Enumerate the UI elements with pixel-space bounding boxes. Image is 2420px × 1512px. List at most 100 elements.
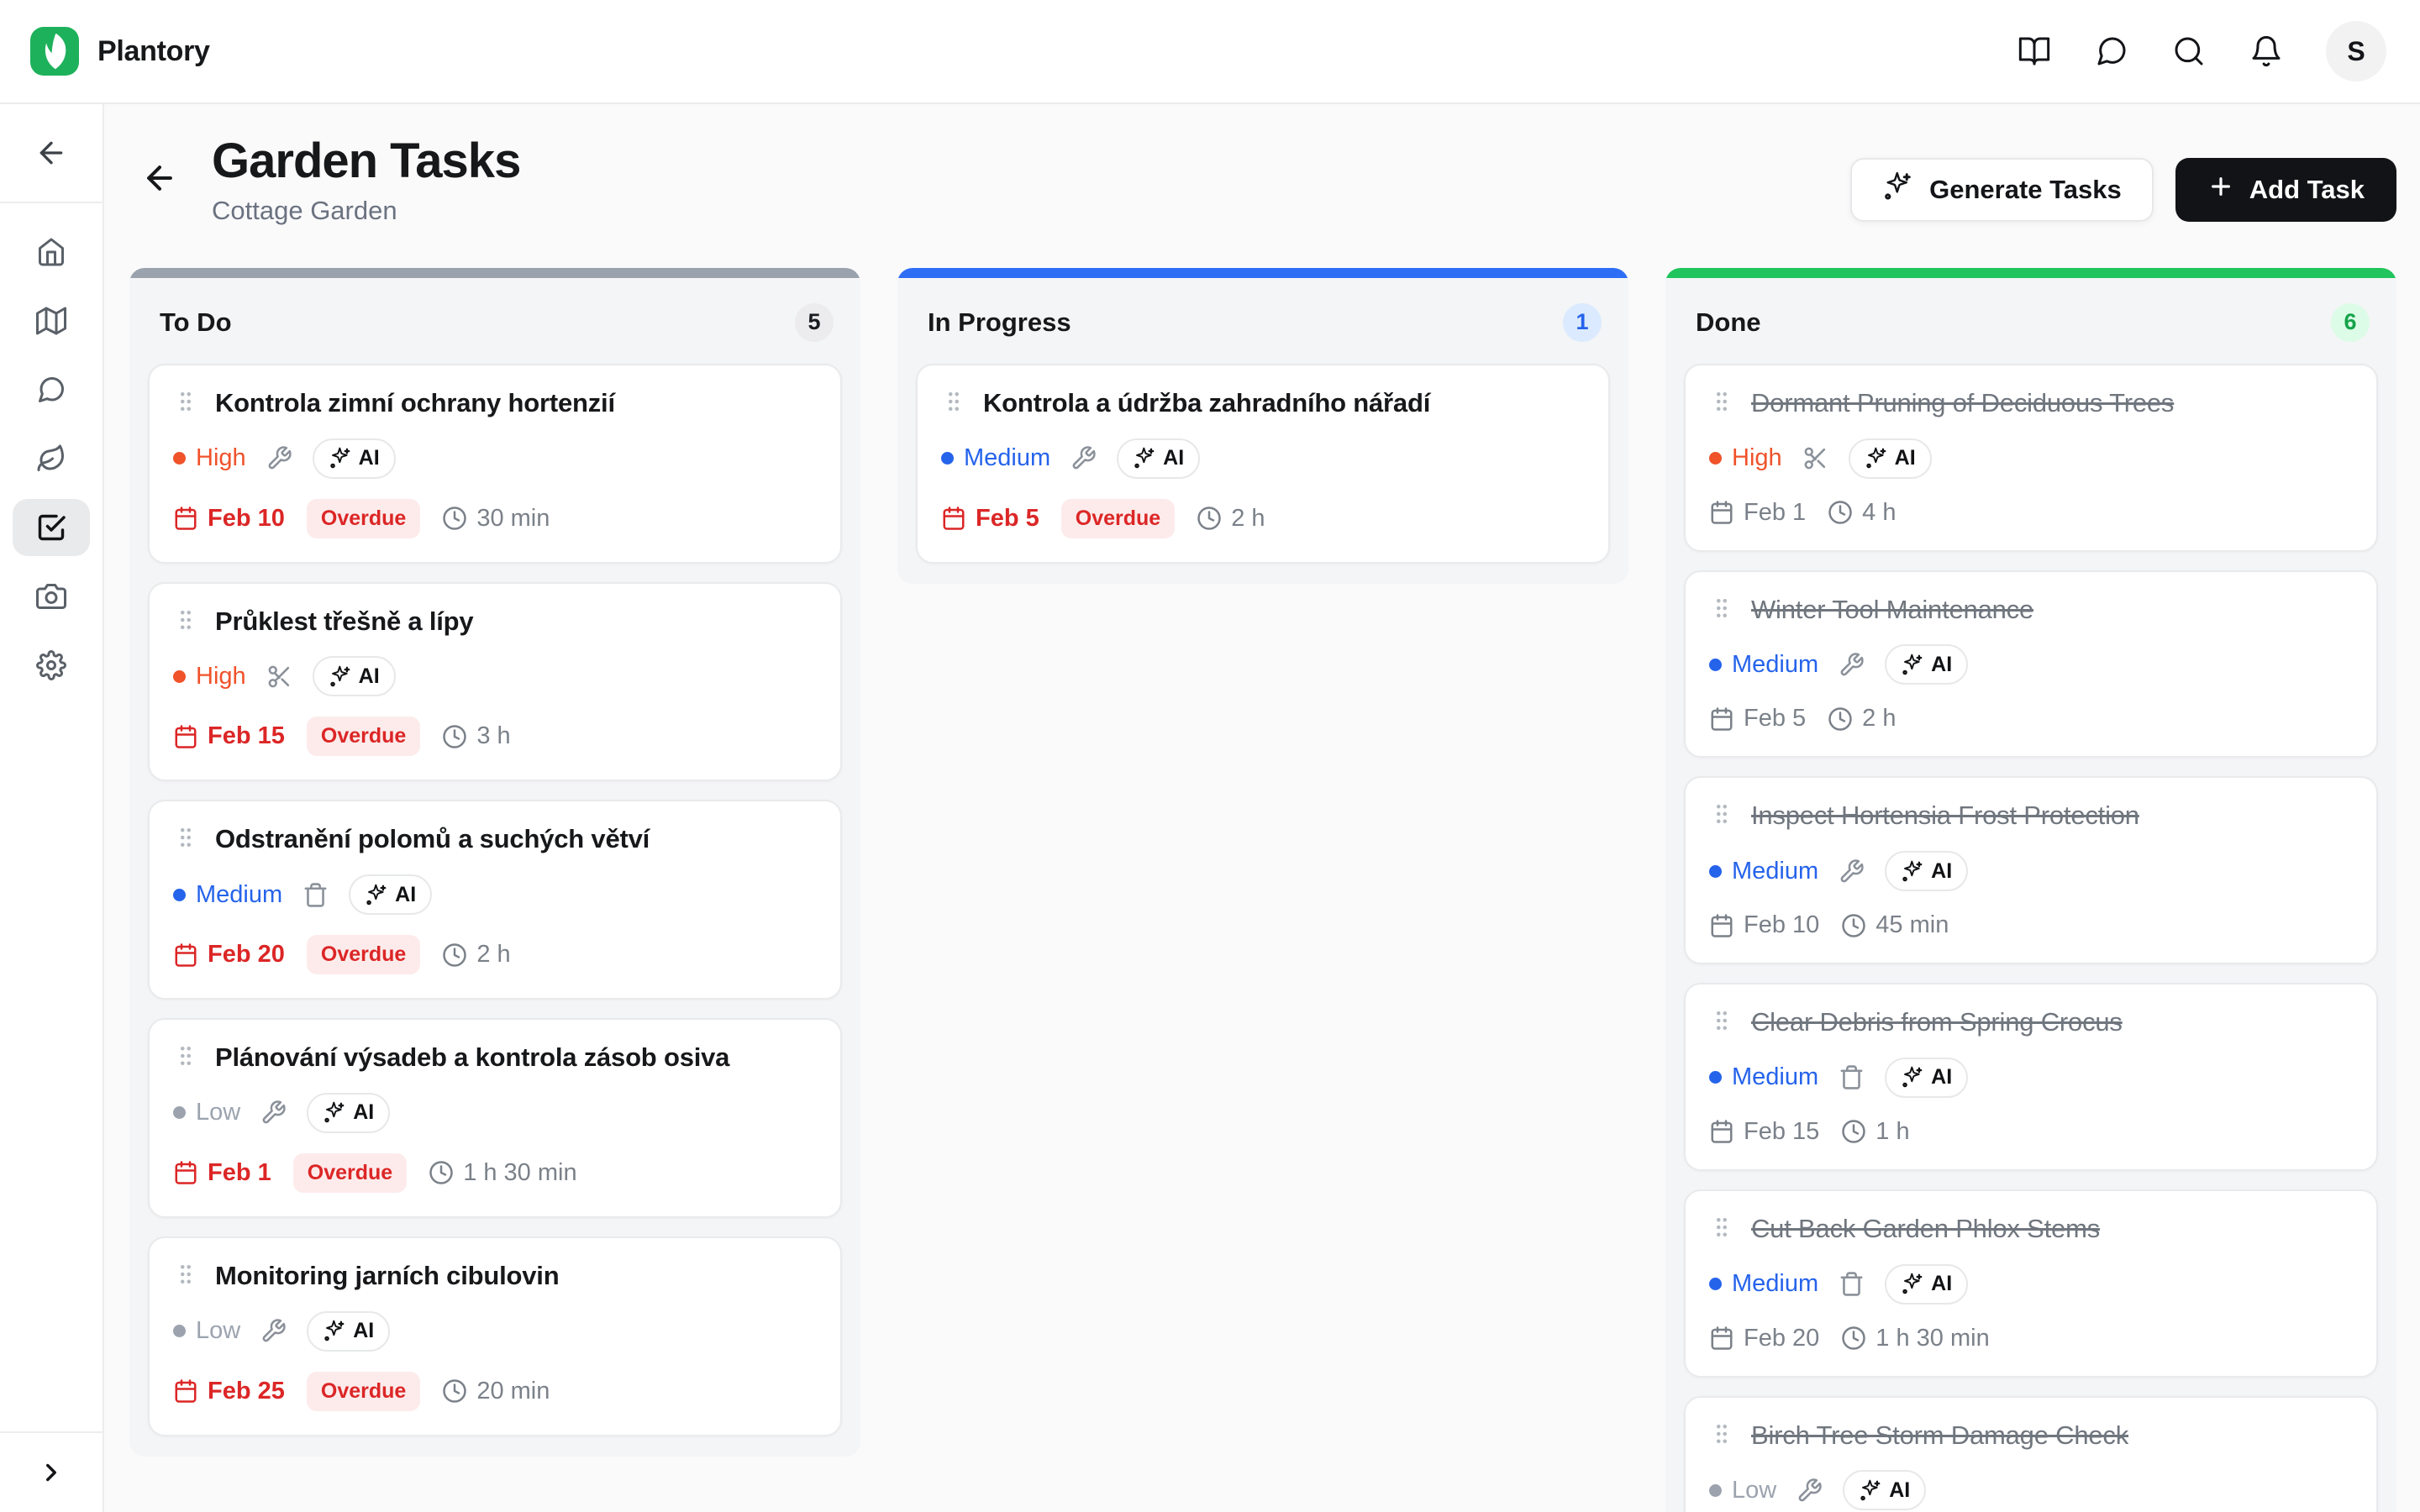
leaf-icon: [36, 444, 66, 474]
drag-handle[interactable]: [941, 389, 966, 418]
sparkles-icon: [1901, 654, 1923, 676]
task-card[interactable]: Odstranění polomů a suchých větvíMediumA…: [148, 800, 842, 1000]
ai-badge: AI: [1885, 1264, 1968, 1305]
task-card[interactable]: Monitoring jarních cibulovinLowAIFeb 25O…: [148, 1236, 842, 1436]
sidebar-item-message-circle[interactable]: [13, 361, 90, 418]
priority-dot: [1709, 1484, 1722, 1497]
duration-label: 45 min: [1876, 911, 1949, 939]
task-card[interactable]: Birch Tree Storm Damage CheckLowAIFeb 25…: [1684, 1396, 2378, 1512]
column-header: To Do5: [148, 297, 842, 342]
wrench-icon: [1839, 652, 1865, 678]
task-card[interactable]: Winter Tool MaintenanceMediumAIFeb 52 h: [1684, 570, 2378, 759]
priority-medium: Medium: [941, 444, 1050, 472]
priority-label: High: [1732, 444, 1782, 472]
sidebar-item-check-square[interactable]: [13, 499, 90, 556]
drag-handle[interactable]: [173, 1262, 198, 1291]
duration: 3 h: [442, 722, 510, 750]
drag-handle[interactable]: [173, 389, 198, 418]
task-card[interactable]: Kontrola zimní ochrany hortenziíHighAIFe…: [148, 364, 842, 564]
plus-icon: [2207, 173, 2234, 200]
due-date: Feb 1: [1709, 499, 1806, 527]
drag-handle[interactable]: [1709, 801, 1734, 831]
generate-tasks-label: Generate Tasks: [1929, 175, 2122, 205]
task-title: Monitoring jarních cibulovin: [215, 1260, 559, 1293]
sparkles-icon: [329, 665, 351, 688]
drag-handle[interactable]: [1709, 1215, 1734, 1244]
drag-handle[interactable]: [1709, 1421, 1734, 1451]
due-date-label: Feb 1: [208, 1159, 271, 1187]
due-date: Feb 5: [941, 505, 1039, 533]
task-card[interactable]: Dormant Pruning of Deciduous TreesHighAI…: [1684, 364, 2378, 552]
task-title: Plánování výsadeb a kontrola zásob osiva: [215, 1042, 729, 1074]
duration: 1 h: [1841, 1118, 1909, 1146]
priority-dot: [941, 452, 954, 465]
calendar-icon: [173, 1378, 198, 1404]
sidebar-item-home[interactable]: [13, 223, 90, 281]
home-icon: [36, 237, 66, 267]
task-card[interactable]: Průklest třešně a lípyHighAIFeb 15Overdu…: [148, 582, 842, 782]
sidebar-item-settings[interactable]: [13, 637, 90, 694]
sidebar: [0, 104, 104, 1512]
page-header-left: Garden Tasks Cottage Garden: [129, 136, 520, 226]
sidebar-item-map[interactable]: [13, 292, 90, 349]
sparkles-icon: [1901, 1273, 1923, 1295]
wrench-icon: [260, 1100, 287, 1126]
duration: 30 min: [442, 505, 550, 533]
grip-icon: [1709, 1008, 1734, 1033]
duration: 1 h 30 min: [429, 1159, 576, 1187]
due-date: Feb 15: [173, 722, 285, 750]
notifications-button[interactable]: [2238, 24, 2294, 79]
column-title: In Progress: [928, 307, 1071, 338]
duration-label: 2 h: [1231, 505, 1265, 533]
task-card[interactable]: Inspect Hortensia Frost ProtectionMedium…: [1684, 776, 2378, 964]
chat-button[interactable]: [2084, 24, 2139, 79]
due-date: Feb 20: [173, 941, 285, 969]
guide-button[interactable]: [2007, 24, 2062, 79]
clock-icon: [1828, 706, 1853, 732]
column-accent-bar: [897, 268, 1628, 278]
sidebar-collapse-button[interactable]: [0, 104, 103, 202]
task-card[interactable]: Kontrola a údržba zahradního nářadíMediu…: [916, 364, 1610, 564]
sparkles-icon: [323, 1320, 345, 1342]
priority-label: High: [196, 444, 246, 472]
drag-handle[interactable]: [1709, 389, 1734, 418]
task-card[interactable]: Plánování výsadeb a kontrola zásob osiva…: [148, 1018, 842, 1218]
generate-tasks-button[interactable]: Generate Tasks: [1850, 158, 2154, 222]
drag-handle[interactable]: [173, 607, 198, 637]
grip-icon: [173, 1262, 198, 1287]
duration-label: 2 h: [1862, 705, 1896, 732]
drag-handle[interactable]: [173, 1043, 198, 1073]
wrench-icon: [1071, 445, 1097, 471]
search-button[interactable]: [2161, 24, 2217, 79]
drag-handle[interactable]: [1709, 1008, 1734, 1037]
sidebar-item-camera[interactable]: [13, 568, 90, 625]
priority-dot: [173, 889, 186, 901]
duration-label: 1 h 30 min: [463, 1159, 576, 1187]
task-title: Birch Tree Storm Damage Check: [1751, 1420, 2128, 1452]
due-date-label: Feb 20: [208, 941, 285, 969]
settings-icon: [36, 650, 66, 680]
trash-icon: [302, 882, 329, 908]
grip-icon: [173, 1043, 198, 1068]
user-avatar[interactable]: S: [2326, 21, 2386, 81]
priority-label: Medium: [1732, 651, 1818, 679]
overdue-badge: Overdue: [307, 717, 420, 756]
drag-handle[interactable]: [1709, 596, 1734, 625]
ai-badge: AI: [1885, 644, 1968, 685]
scissors-icon: [266, 664, 292, 690]
task-card[interactable]: Cut Back Garden Phlox StemsMediumAIFeb 2…: [1684, 1189, 2378, 1378]
priority-dot: [173, 670, 186, 683]
ai-badge: AI: [313, 438, 396, 479]
drag-handle[interactable]: [173, 825, 198, 854]
brand[interactable]: Plantory: [30, 27, 210, 76]
duration: 20 min: [442, 1378, 550, 1405]
sidebar-item-leaf[interactable]: [13, 430, 90, 487]
back-button[interactable]: [141, 160, 178, 201]
add-task-button[interactable]: Add Task: [2175, 158, 2396, 222]
priority-dot: [1709, 1278, 1722, 1290]
sparkles-icon: [1133, 447, 1155, 470]
sparkles-icon: [1859, 1479, 1881, 1502]
task-card[interactable]: Clear Debris from Spring CrocusMediumAIF…: [1684, 983, 2378, 1171]
sidebar-expand-button[interactable]: [0, 1431, 103, 1512]
calendar-icon: [1709, 913, 1734, 938]
